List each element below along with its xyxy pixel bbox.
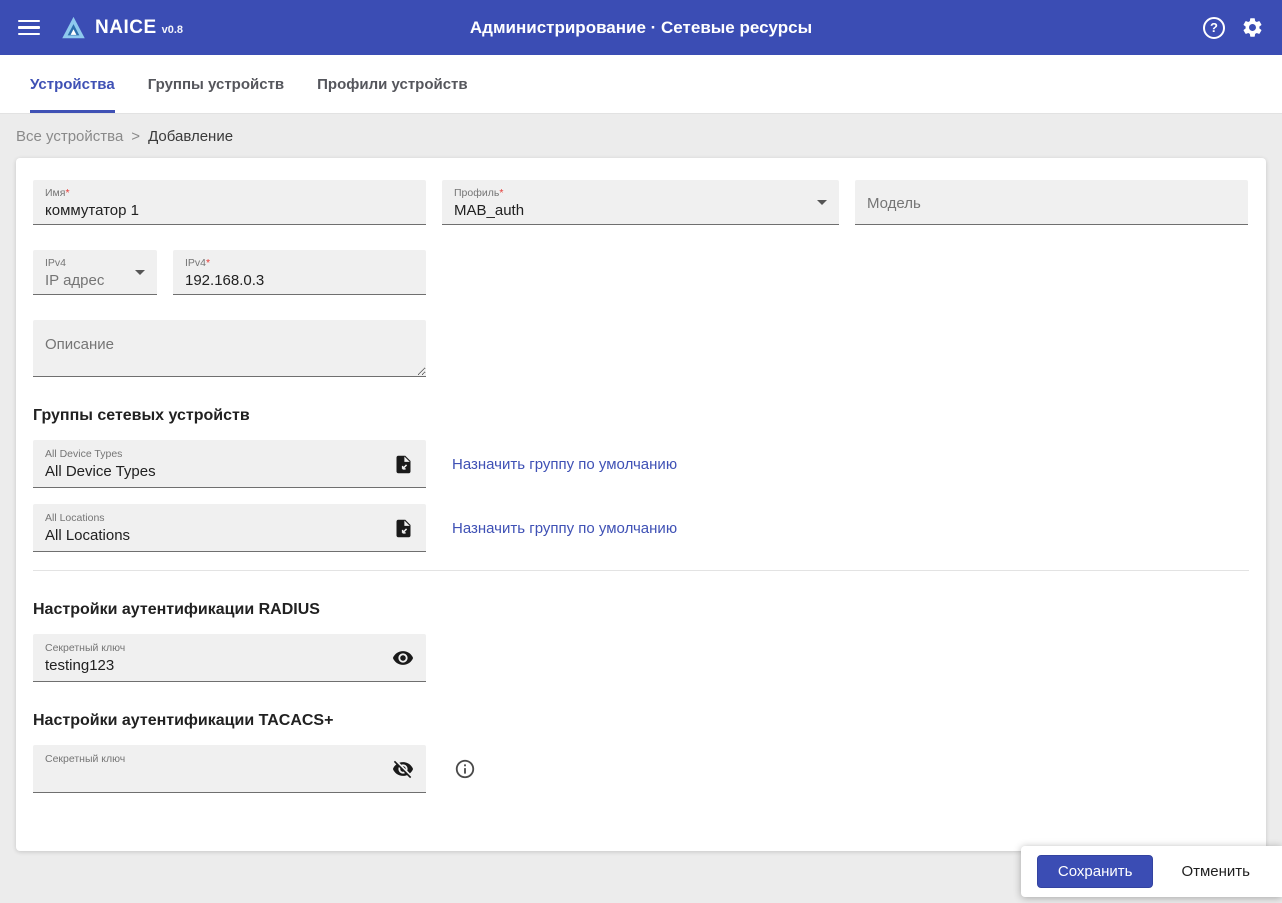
info-icon[interactable] [454,758,476,780]
form-action-bar: Сохранить Отменить [1020,846,1282,897]
radius-secret-row: Секретный ключ [33,634,1249,682]
groups-section-title: Группы сетевых устройств [33,407,250,424]
page-title: Администрирование · Сетевые ресурсы [469,17,813,37]
name-field[interactable]: Имя* [33,180,426,225]
name-input[interactable] [45,201,414,219]
device-type-group-row: All Device Types All Device Types Назнач… [33,440,1249,488]
visibility-eye-icon[interactable] [392,647,414,669]
chevron-down-icon [817,200,827,205]
radius-section-title: Настройки аутентификации RADIUS [33,601,320,618]
model-input[interactable] [867,195,1236,212]
location-group-row: All Locations All Locations Назначить гр… [33,504,1249,552]
radius-secret-input[interactable] [45,657,384,674]
radius-secret-label: Секретный ключ [45,642,126,654]
tacacs-secret-label: Секретный ключ [45,753,126,765]
device-type-group-value: All Device Types [45,463,156,480]
naice-logo-icon [60,14,87,41]
ip-type-input[interactable] [45,271,145,289]
profile-input[interactable] [454,201,827,219]
brand-version: v0.8 [161,23,184,36]
save-button[interactable]: Сохранить [1036,855,1154,888]
help-icon[interactable]: ? [1203,16,1225,39]
assign-group-icon[interactable] [393,518,414,539]
description-textarea[interactable] [33,320,426,377]
breadcrumb-current: Добавление [148,127,234,145]
radius-secret-field[interactable]: Секретный ключ [33,634,426,682]
tacacs-secret-row: Секретный ключ [33,745,1249,793]
tacacs-secret-input[interactable] [45,768,384,785]
section-divider [33,570,1249,571]
gear-icon[interactable] [1241,16,1264,39]
location-group-label: All Locations [45,512,105,524]
device-type-group-field[interactable]: All Device Types All Device Types [33,440,426,488]
tab-bar: Устройства Группы устройств Профили устр… [0,55,1282,114]
tacacs-secret-field[interactable]: Секретный ключ [33,745,426,793]
assign-default-group-link[interactable]: Назначить группу по умолчанию [452,456,677,473]
breadcrumb: Все устройства > Добавление [0,114,1282,158]
ip-address-input[interactable] [185,271,414,289]
ip-address-field[interactable]: IPv4* [173,250,426,295]
tab-device-profiles[interactable]: Профили устройств [317,55,467,113]
chevron-down-icon [135,270,145,275]
brand-name: NAICE [95,16,157,38]
cancel-button[interactable]: Отменить [1167,856,1264,887]
ip-type-select[interactable]: IPv4 [33,250,157,295]
location-group-field[interactable]: All Locations All Locations [33,504,426,552]
model-field[interactable] [855,180,1248,225]
assign-group-icon[interactable] [393,454,414,475]
profile-label: Профиль* [454,186,504,199]
ip-address-label: IPv4* [185,256,211,269]
assign-default-group-link[interactable]: Назначить группу по умолчанию [452,520,677,537]
app-bar: NAICE v0.8 Администрирование · Сетевые р… [0,0,1282,55]
breadcrumb-separator: > [131,127,141,145]
tab-device-groups[interactable]: Группы устройств [148,55,284,113]
tacacs-section-title: Настройки аутентификации TACACS+ [33,712,334,729]
location-group-value: All Locations [45,527,131,544]
device-type-group-label: All Device Types [45,448,123,460]
menu-icon[interactable] [18,16,40,40]
breadcrumb-all-devices[interactable]: Все устройства [16,128,123,145]
tab-devices[interactable]: Устройства [30,55,115,113]
device-form-card: Имя* Профиль* IPv4 IPv4* Группы сетевых … [16,158,1266,851]
name-label: Имя* [45,186,70,199]
profile-select[interactable]: Профиль* [442,180,839,225]
ip-type-label: IPv4 [45,256,67,269]
visibility-off-eye-icon[interactable] [392,758,414,780]
